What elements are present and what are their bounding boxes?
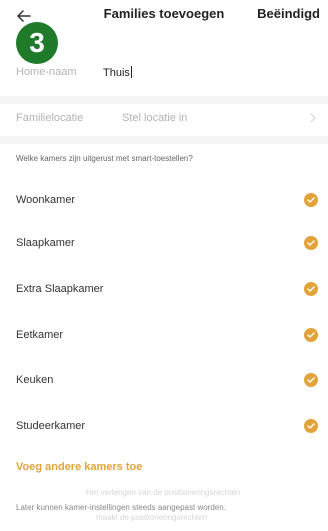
room-item[interactable]: Extra Slaapkamer bbox=[0, 279, 328, 303]
home-name-row[interactable]: Home-naam Thuis bbox=[0, 58, 328, 88]
text-cursor bbox=[130, 66, 132, 78]
home-name-label: Home-naam bbox=[16, 66, 77, 78]
room-item[interactable]: Slaapkamer bbox=[0, 233, 328, 257]
toast-text: maakt de positioneringsrechten bbox=[96, 513, 208, 522]
room-label: Slaapkamer bbox=[16, 237, 75, 249]
check-icon[interactable] bbox=[304, 373, 318, 387]
room-label: Extra Slaapkamer bbox=[16, 283, 104, 295]
toast-text: Het verlengen van de positioneringsrecht… bbox=[86, 488, 241, 497]
section-divider bbox=[0, 96, 328, 104]
family-location-label: Familielocatie bbox=[16, 112, 84, 124]
check-icon[interactable] bbox=[304, 236, 318, 250]
room-item[interactable]: Eetkamer bbox=[0, 325, 328, 349]
done-button[interactable]: Beëindigd bbox=[257, 6, 320, 21]
section-divider bbox=[0, 136, 328, 144]
room-label: Studeerkamer bbox=[16, 420, 86, 432]
room-item[interactable]: Keuken bbox=[0, 370, 328, 394]
check-icon[interactable] bbox=[304, 419, 318, 433]
check-icon[interactable] bbox=[304, 193, 318, 207]
room-item[interactable]: Studeerkamer bbox=[0, 416, 328, 440]
room-label: Woonkamer bbox=[16, 194, 76, 206]
rooms-footnote: Later kunnen kamer-instellingen steeds a… bbox=[16, 503, 226, 512]
chevron-right-icon bbox=[310, 113, 316, 123]
room-item[interactable]: Woonkamer bbox=[0, 190, 328, 214]
rooms-question: Welke kamers zijn uitgerust met smart-to… bbox=[16, 154, 193, 163]
home-name-value: Thuis bbox=[103, 67, 130, 79]
room-label: Keuken bbox=[16, 374, 54, 386]
family-location-value: Stel locatie in bbox=[122, 112, 188, 124]
home-name-input[interactable]: Thuis bbox=[103, 66, 132, 79]
room-label: Eetkamer bbox=[16, 329, 64, 341]
add-other-rooms-link[interactable]: Voeg andere kamers toe bbox=[16, 461, 142, 473]
family-location-row[interactable]: Familielocatie Stel locatie in bbox=[0, 104, 328, 134]
check-icon[interactable] bbox=[304, 328, 318, 342]
check-icon[interactable] bbox=[304, 282, 318, 296]
step-number-badge: 3 bbox=[16, 22, 58, 64]
